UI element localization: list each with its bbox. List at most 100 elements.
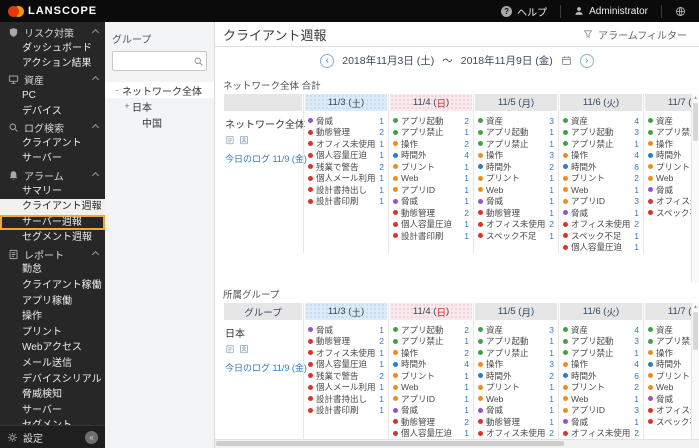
sidebar-item-メール送信[interactable]: メール送信 [0,356,105,372]
alarm-count[interactable]: 2 [634,219,639,229]
help-button[interactable]: ? ヘルプ [488,0,560,22]
alarm-count[interactable]: 1 [379,196,384,206]
alarm-count[interactable]: 1 [549,394,554,404]
alarm-count[interactable]: 2 [634,173,639,183]
sidebar-item-クライアント[interactable]: クライアント [0,136,105,152]
alarm-count[interactable]: 3 [549,325,554,335]
alarm-count[interactable]: 1 [379,348,384,358]
sidebar-item-サーバー[interactable]: サーバー [0,403,105,419]
sidebar-section-レポート[interactable]: レポート [0,246,105,263]
alarm-count[interactable]: 1 [379,325,384,335]
alarm-count[interactable]: 4 [634,116,639,126]
alarm-count[interactable]: 2 [464,325,469,335]
alarm-filter-button[interactable]: アラームフィルター [583,27,687,42]
alarm-count[interactable]: 1 [549,405,554,415]
alarm-count[interactable]: 1 [634,208,639,218]
alarm-count[interactable]: 1 [379,405,384,415]
scroll-up-arrow-icon[interactable]: ▲ [692,94,699,102]
alarm-count[interactable]: 2 [634,382,639,392]
alarm-count[interactable]: 1 [549,208,554,218]
alarm-count[interactable]: 2 [379,127,384,137]
vertical-scrollbar[interactable]: ▲ [691,94,699,283]
alarm-count[interactable]: 4 [634,359,639,369]
next-week-button[interactable]: › [580,54,594,68]
alarm-count[interactable]: 2 [549,428,554,438]
sidebar-section-アラーム[interactable]: アラーム [0,167,105,184]
alarm-count[interactable]: 2 [379,162,384,172]
alarm-count[interactable]: 1 [464,371,469,381]
alarm-count[interactable]: 1 [464,336,469,346]
alarm-count[interactable]: 1 [379,359,384,369]
alarm-count[interactable]: 1 [379,382,384,392]
alarm-count[interactable]: 1 [464,162,469,172]
alarm-count[interactable]: 1 [464,219,469,229]
sidebar-section-ログ検索[interactable]: ログ検索 [0,119,105,136]
today-log-link[interactable]: 今日のログ 11/9 (金) [225,152,307,165]
sidebar-item-サーバー週報[interactable]: サーバー週報 [0,215,105,231]
sidebar-item-アクション結果[interactable]: アクション結果 [0,56,105,72]
sidebar-item-クライアント稼働[interactable]: クライアント稼働 [0,278,105,294]
sidebar-item-デバイスシリアル[interactable]: デバイスシリアル [0,372,105,388]
sidebar-section-リスク対策[interactable]: リスク対策 [0,24,105,41]
sidebar-item-Webアクセス[interactable]: Webアクセス [0,340,105,356]
alarm-count[interactable]: 1 [379,116,384,126]
horizontal-scrollbar-thumb[interactable] [216,441,564,446]
sidebar-item-サーバー[interactable]: サーバー [0,151,105,167]
alarm-count[interactable]: 3 [634,405,639,415]
sidebar-item-操作[interactable]: 操作 [0,309,105,325]
alarm-count[interactable]: 1 [379,394,384,404]
sidebar-item-クライアント週報[interactable]: クライアント週報 [0,199,105,215]
alarm-count[interactable]: 2 [379,336,384,346]
alarm-count[interactable]: 1 [634,185,639,195]
sidebar-item-PC[interactable]: PC [0,88,105,104]
alarm-count[interactable]: 1 [549,231,554,241]
alarm-count[interactable]: 3 [549,150,554,160]
alarm-count[interactable]: 1 [379,150,384,160]
alarm-count[interactable]: 1 [549,336,554,346]
today-log-link[interactable]: 今日のログ 11/9 (金) [225,361,307,374]
alarm-count[interactable]: 2 [549,162,554,172]
alarm-count[interactable]: 1 [634,394,639,404]
alarm-count[interactable]: 4 [464,150,469,160]
alarm-count[interactable]: 1 [549,173,554,183]
sidebar-item-セグメント週報[interactable]: セグメント週報 [0,230,105,246]
alarm-count[interactable]: 1 [549,348,554,358]
alarm-count[interactable]: 6 [634,371,639,381]
alarm-count[interactable]: 3 [549,359,554,369]
tree-node-ネットワーク全体[interactable]: -ネットワーク全体 [105,82,214,98]
alarm-count[interactable]: 3 [634,127,639,137]
alarm-count[interactable]: 2 [464,139,469,149]
alarm-count[interactable]: 1 [549,185,554,195]
tree-expander-icon[interactable]: + [122,101,132,111]
alarm-count[interactable]: 1 [549,127,554,137]
sidebar-item-ダッシュボード[interactable]: ダッシュボード [0,41,105,57]
tree-node-日本[interactable]: +日本 [105,98,214,114]
alarm-count[interactable]: 1 [549,417,554,427]
tree-node-中国[interactable]: 中国 [105,114,214,130]
vertical-scrollbar[interactable]: ▲ [691,303,699,448]
user-menu[interactable]: Administrator [561,0,661,22]
alarm-count[interactable]: 2 [464,417,469,427]
alarm-count[interactable]: 1 [464,196,469,206]
alarm-count[interactable]: 1 [549,382,554,392]
alarm-count[interactable]: 1 [464,231,469,241]
alarm-count[interactable]: 2 [549,371,554,381]
alarm-count[interactable]: 1 [464,394,469,404]
alarm-count[interactable]: 1 [634,417,639,427]
sidebar-item-サマリー[interactable]: サマリー [0,184,105,200]
alarm-count[interactable]: 1 [379,173,384,183]
alarm-count[interactable]: 1 [634,242,639,252]
alarm-count[interactable]: 1 [464,127,469,137]
scroll-up-arrow-icon[interactable]: ▲ [692,303,699,311]
alarm-count[interactable]: 4 [634,325,639,335]
alarm-count[interactable]: 1 [379,185,384,195]
sidebar-item-プリント[interactable]: プリント [0,325,105,341]
alarm-count[interactable]: 1 [464,428,469,438]
alarm-count[interactable]: 1 [549,139,554,149]
alarm-count[interactable]: 1 [464,382,469,392]
alarm-count[interactable]: 1 [464,185,469,195]
sidebar-section-資産[interactable]: 資産 [0,72,105,89]
alarm-count[interactable]: 6 [634,162,639,172]
sidebar-item-セグメント[interactable]: セグメント [0,418,105,425]
alarm-count[interactable]: 2 [464,116,469,126]
